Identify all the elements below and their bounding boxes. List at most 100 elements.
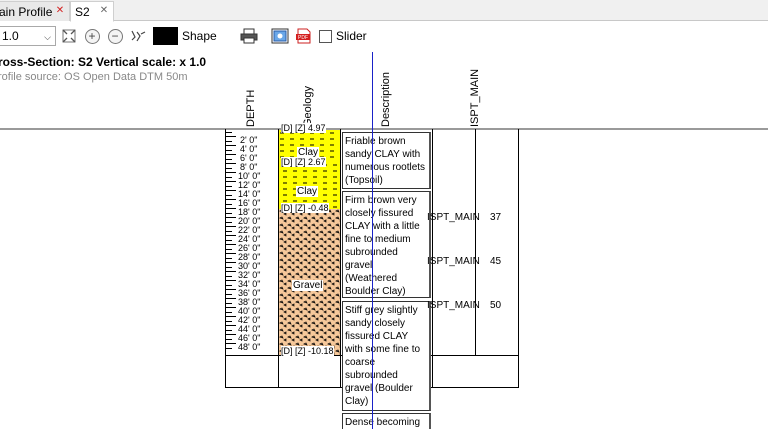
depth-column: 2' 0" 4' 0" 6' 0" 8' 0" 10' 0" 12' 0" 14' 0" 16… xyxy=(226,130,279,355)
level-tag: [D] [Z] 4.97 xyxy=(281,123,326,133)
depth-tick xyxy=(226,212,232,214)
depth-tick xyxy=(226,307,236,308)
depth-column-header: DEPTH xyxy=(245,89,257,127)
depth-tick xyxy=(226,311,232,313)
description-box: Friable brown sandy CLAY with numerous r… xyxy=(342,132,431,189)
geology-layer-2: Clay xyxy=(279,162,340,209)
depth-tick xyxy=(226,298,236,299)
depth-tick xyxy=(226,343,236,344)
line-color-swatch[interactable] xyxy=(153,27,178,45)
ispt-value: 50 xyxy=(490,300,502,311)
slider-label[interactable]: Slider xyxy=(336,26,367,46)
depth-tick xyxy=(226,136,236,137)
ispt-label: ISPT_MAIN xyxy=(427,300,480,311)
depth-tick xyxy=(226,145,236,146)
tab-main-profile[interactable]: ain Profile ✕ xyxy=(0,1,70,21)
depth-tick xyxy=(226,248,232,250)
tab-s2[interactable]: S2 ✕ xyxy=(70,1,114,22)
ispt-label: ISPT_MAIN xyxy=(427,212,480,223)
tab-bar: ain Profile ✕ S2 ✕ xyxy=(0,0,768,22)
depth-tick xyxy=(226,217,236,218)
level-tag: [D] [Z] -10.18 xyxy=(281,346,334,356)
depth-tick xyxy=(226,262,236,263)
depth-tick xyxy=(226,253,236,254)
depth-tick xyxy=(226,158,232,160)
geology-layer-3: Gravel xyxy=(279,209,340,355)
zoom-in-icon[interactable]: + xyxy=(83,26,101,46)
depth-tick xyxy=(226,289,236,290)
depth-tick xyxy=(226,266,232,268)
zoom-out-icon[interactable]: − xyxy=(106,26,124,46)
export-image-icon[interactable] xyxy=(271,26,289,46)
depth-tick xyxy=(226,334,236,335)
depth-tick xyxy=(226,194,232,196)
depth-tick xyxy=(226,172,236,173)
log-divider xyxy=(475,129,476,356)
depth-tick xyxy=(226,167,232,169)
depth-tick xyxy=(226,338,232,340)
level-tag: [D] [Z] 2.67 xyxy=(281,157,326,167)
depth-tick xyxy=(226,235,236,236)
ispt-value: 37 xyxy=(490,212,502,223)
description-column-header: Description xyxy=(380,71,392,127)
depth-tick xyxy=(226,316,236,317)
depth-tick xyxy=(226,320,232,322)
export-pdf-icon[interactable]: PDF xyxy=(295,26,313,46)
toolbar: 1.0 ⌵ + − Shape PDF Slider xyxy=(0,22,768,50)
zoom-fit-icon[interactable] xyxy=(60,26,78,46)
depth-tick xyxy=(226,271,236,272)
depth-tick xyxy=(226,163,236,164)
description-box: Stiff grey slightly sandy closely fissur… xyxy=(342,301,431,411)
section-cursor-line[interactable] xyxy=(372,52,373,429)
pointer-icon[interactable] xyxy=(128,26,148,46)
depth-tick xyxy=(226,280,236,281)
close-icon[interactable]: ✕ xyxy=(98,5,110,17)
depth-tick xyxy=(226,244,236,245)
close-icon[interactable]: ✕ xyxy=(54,5,66,17)
tab-label: S2 xyxy=(75,4,90,19)
depth-tick xyxy=(226,221,232,223)
ispt-label: ISPT_MAIN xyxy=(427,256,480,267)
section-title: ross-Section: S2 Vertical scale: x 1.0 xyxy=(0,55,207,69)
depth-tick xyxy=(226,199,236,200)
log-divider xyxy=(340,129,341,388)
shape-label[interactable]: Shape xyxy=(182,26,217,46)
scale-select[interactable]: 1.0 ⌵ xyxy=(0,26,56,46)
depth-tick xyxy=(226,203,232,205)
depth-tick xyxy=(226,275,232,277)
ground-line xyxy=(0,128,768,130)
profile-source: rofile source: OS Open Data DTM 50m xyxy=(0,71,188,83)
depth-tick xyxy=(226,284,232,286)
depth-tick xyxy=(226,140,232,142)
depth-tick xyxy=(226,131,232,133)
depth-tick xyxy=(226,230,232,232)
log-frame-right xyxy=(518,129,519,388)
depth-tick xyxy=(226,239,232,241)
depth-tick xyxy=(226,302,232,304)
depth-tick xyxy=(226,293,232,295)
description-box: Firm brown very closely fissured CLAY wi… xyxy=(342,191,431,298)
depth-tick xyxy=(226,257,232,259)
depth-tick xyxy=(226,149,232,151)
depth-label: 48' 0" xyxy=(238,342,261,352)
depth-tick xyxy=(226,347,232,349)
tab-label: ain Profile xyxy=(0,4,53,19)
ispt-value: 45 xyxy=(490,256,502,267)
depth-tick xyxy=(226,185,232,187)
print-icon[interactable] xyxy=(240,26,258,46)
depth-tick xyxy=(226,181,236,182)
ispt-column-header: ISPT_MAIN xyxy=(469,68,481,127)
description-box: Dense becoming xyxy=(342,413,431,429)
depth-tick xyxy=(226,190,236,191)
depth-tick xyxy=(226,226,236,227)
chevron-down-icon[interactable]: ⌵ xyxy=(44,32,51,43)
slider-checkbox[interactable] xyxy=(319,30,332,43)
geology-column-header: Geology xyxy=(302,86,314,127)
depth-tick xyxy=(226,154,236,155)
depth-tick xyxy=(226,329,232,331)
level-tag: [D] [Z] -0.48 xyxy=(281,203,329,213)
geology-layer-label: Clay xyxy=(296,186,319,197)
geology-layer-label: Gravel xyxy=(292,280,324,291)
depth-tick xyxy=(226,325,236,326)
depth-tick xyxy=(226,176,232,178)
